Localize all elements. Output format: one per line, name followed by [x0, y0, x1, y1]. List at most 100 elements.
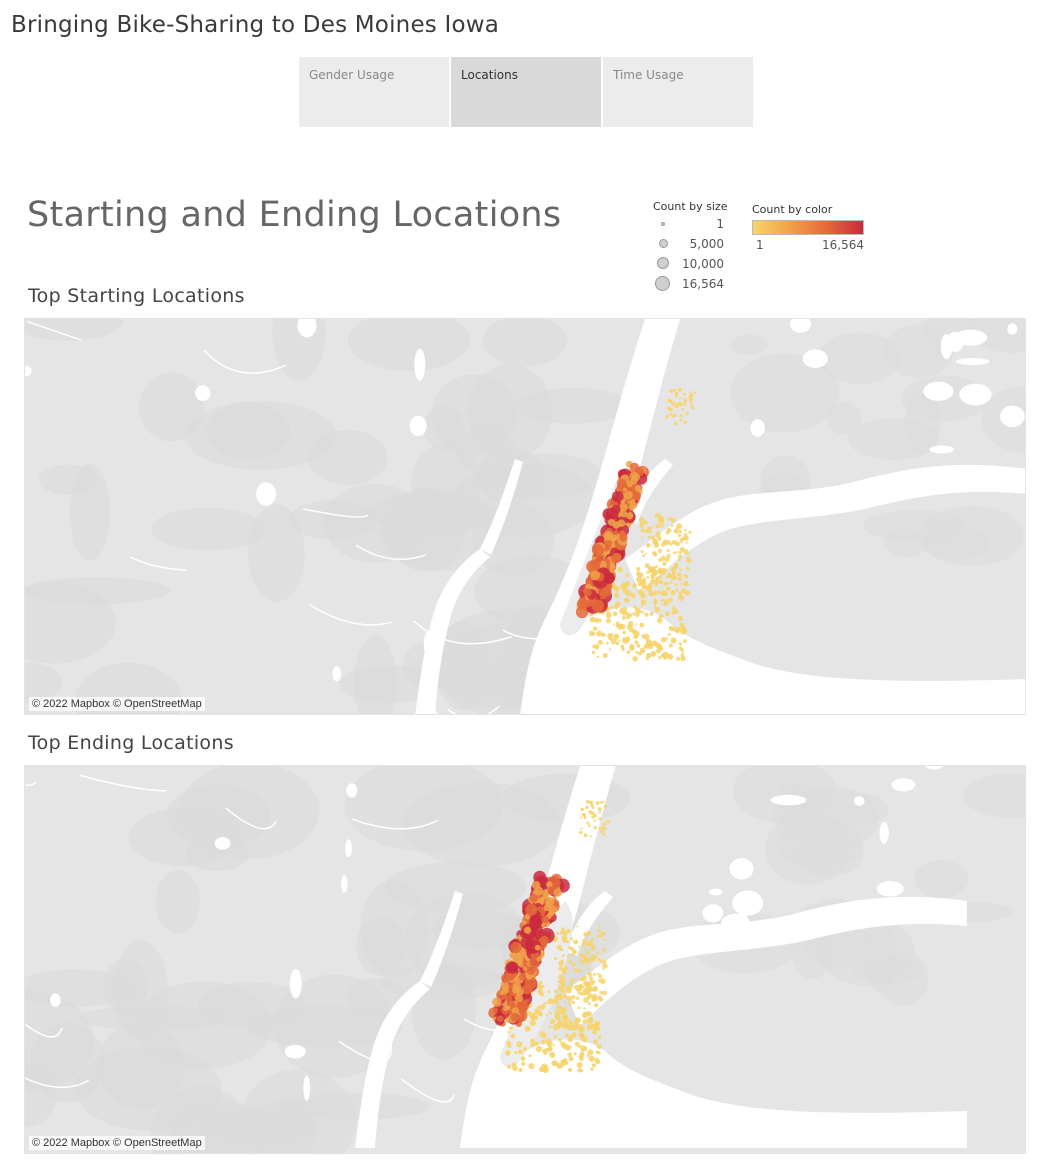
station-dot[interactable]: [670, 589, 676, 596]
station-dot[interactable]: [673, 528, 680, 534]
station-dot[interactable]: [541, 915, 549, 924]
station-dot[interactable]: [583, 997, 589, 1003]
station-dot[interactable]: [620, 510, 628, 518]
station-dot[interactable]: [585, 958, 590, 964]
station-dot[interactable]: [644, 529, 649, 533]
station-dot[interactable]: [566, 940, 569, 944]
station-dot[interactable]: [579, 1056, 584, 1061]
station-dot[interactable]: [525, 903, 538, 916]
station-dot[interactable]: [580, 953, 584, 958]
station-dot[interactable]: [655, 565, 659, 569]
station-dot[interactable]: [681, 408, 685, 411]
station-dot[interactable]: [559, 931, 563, 935]
station-dot[interactable]: [523, 926, 532, 934]
station-dot[interactable]: [640, 549, 644, 554]
station-dot[interactable]: [538, 981, 543, 985]
station-dot[interactable]: [671, 606, 676, 611]
station-dot[interactable]: [551, 1060, 557, 1066]
tab-locations[interactable]: Locations: [451, 57, 601, 127]
station-dot[interactable]: [602, 968, 605, 971]
station-dot[interactable]: [564, 990, 567, 994]
station-dot[interactable]: [524, 1025, 531, 1032]
station-dot[interactable]: [666, 557, 669, 560]
station-dot[interactable]: [677, 554, 683, 559]
station-dot[interactable]: [637, 580, 644, 587]
station-dot[interactable]: [629, 644, 635, 649]
station-dot[interactable]: [672, 541, 675, 544]
station-dot[interactable]: [560, 959, 564, 963]
station-dot[interactable]: [518, 1067, 523, 1073]
station-dot[interactable]: [646, 653, 652, 659]
station-dot[interactable]: [597, 639, 603, 645]
station-dot[interactable]: [641, 590, 644, 594]
station-dot[interactable]: [600, 801, 603, 805]
station-dot[interactable]: [626, 615, 630, 620]
station-dot[interactable]: [593, 557, 602, 566]
station-dot[interactable]: [556, 944, 562, 950]
station-dot[interactable]: [660, 524, 664, 528]
station-dot[interactable]: [506, 1064, 512, 1069]
station-dot[interactable]: [679, 546, 685, 552]
station-dot[interactable]: [517, 1049, 523, 1055]
station-dot[interactable]: [667, 632, 671, 636]
station-dot[interactable]: [594, 644, 600, 650]
station-dot[interactable]: [598, 974, 603, 979]
station-dot[interactable]: [602, 947, 607, 952]
station-dot[interactable]: [660, 598, 664, 602]
station-dot[interactable]: [594, 1003, 599, 1008]
station-dot[interactable]: [679, 568, 682, 572]
station-dot[interactable]: [632, 583, 637, 588]
station-dot[interactable]: [582, 938, 586, 942]
station-dot[interactable]: [581, 990, 587, 996]
station-dot[interactable]: [558, 967, 562, 971]
station-dot[interactable]: [598, 826, 602, 830]
station-dot[interactable]: [593, 1039, 599, 1045]
station-dot[interactable]: [586, 1024, 593, 1031]
station-dot[interactable]: [505, 994, 513, 1003]
station-dot[interactable]: [605, 618, 611, 624]
station-dot[interactable]: [676, 656, 681, 661]
station-dot[interactable]: [543, 1064, 549, 1070]
station-dot[interactable]: [598, 978, 602, 983]
station-dot[interactable]: [537, 984, 543, 991]
station-dot[interactable]: [591, 996, 598, 1002]
station-dot[interactable]: [641, 610, 645, 614]
station-dot[interactable]: [690, 404, 694, 408]
station-dot[interactable]: [680, 655, 686, 662]
station-dot[interactable]: [661, 590, 668, 597]
station-dot[interactable]: [634, 640, 639, 645]
station-dot[interactable]: [678, 642, 683, 646]
station-dot[interactable]: [678, 387, 683, 392]
station-dot[interactable]: [680, 628, 686, 635]
station-dot[interactable]: [631, 473, 641, 482]
station-dot[interactable]: [621, 610, 627, 616]
station-dot[interactable]: [619, 623, 626, 630]
station-dot[interactable]: [648, 582, 653, 588]
station-dot[interactable]: [674, 421, 678, 426]
station-dot[interactable]: [568, 1067, 572, 1072]
station-dot[interactable]: [594, 617, 600, 623]
station-dot[interactable]: [603, 938, 606, 942]
station-dot[interactable]: [677, 576, 683, 582]
station-dot[interactable]: [543, 904, 550, 912]
station-dot[interactable]: [693, 391, 696, 395]
station-dot[interactable]: [654, 512, 660, 518]
station-dot[interactable]: [615, 625, 618, 628]
station-dot[interactable]: [663, 568, 666, 571]
station-dot[interactable]: [539, 935, 549, 946]
station-dot[interactable]: [582, 980, 589, 987]
station-dot[interactable]: [651, 640, 658, 647]
station-dot[interactable]: [598, 811, 602, 814]
station-dot[interactable]: [646, 570, 650, 575]
station-dot[interactable]: [667, 602, 670, 605]
station-dot[interactable]: [596, 1043, 602, 1049]
station-dot[interactable]: [597, 807, 602, 812]
station-dot[interactable]: [605, 641, 609, 645]
station-dot[interactable]: [602, 962, 608, 969]
station-dot[interactable]: [612, 633, 620, 640]
station-dot[interactable]: [591, 631, 596, 636]
station-dot[interactable]: [557, 974, 564, 980]
station-dot[interactable]: [648, 530, 652, 534]
station-dot[interactable]: [682, 580, 689, 587]
station-dot[interactable]: [640, 592, 646, 599]
